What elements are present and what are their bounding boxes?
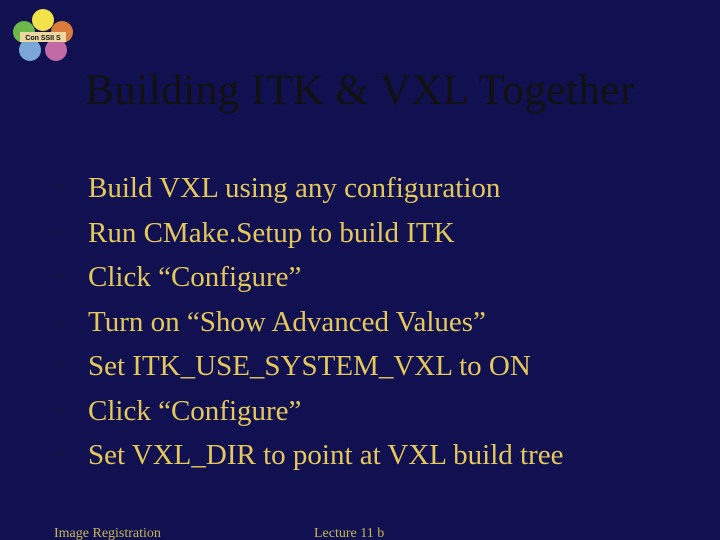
footer-left-text: Image Registration [54,526,161,540]
bullet-text: Set VXL_DIR to point at VXL build tree [88,433,564,478]
footer-mid-text: Lecture 11 b [314,526,384,540]
list-item: • Click “Configure” [54,389,674,434]
list-item: • Set ITK_USE_SYSTEM_VXL to ON [54,344,674,389]
list-item: • Set VXL_DIR to point at VXL build tree [54,433,674,478]
list-item: • Build VXL using any configuration [54,166,674,211]
bullet-icon: • [54,344,88,389]
bullet-icon: • [54,255,88,300]
list-item: • Turn on “Show Advanced Values” [54,300,674,345]
slide-title: Building ITK & VXL Together [0,66,720,115]
bullet-text: Build VXL using any configuration [88,166,500,211]
bullet-list: • Build VXL using any configuration • Ru… [54,166,674,478]
svg-text:Con SSII S: Con SSII S [25,35,61,42]
bullet-text: Click “Configure” [88,389,301,434]
bullet-icon: • [54,166,88,211]
bullet-text: Run CMake.Setup to build ITK [88,211,455,256]
bullet-text: Set ITK_USE_SYSTEM_VXL to ON [88,344,531,389]
bullet-icon: • [54,211,88,256]
list-item: • Click “Configure” [54,255,674,300]
bullet-text: Click “Configure” [88,255,301,300]
bullet-icon: • [54,433,88,478]
bullet-text: Turn on “Show Advanced Values” [88,300,486,345]
bullet-icon: • [54,300,88,345]
bullet-icon: • [54,389,88,434]
list-item: • Run CMake.Setup to build ITK [54,211,674,256]
logo-icon: Con SSII S [8,8,78,63]
